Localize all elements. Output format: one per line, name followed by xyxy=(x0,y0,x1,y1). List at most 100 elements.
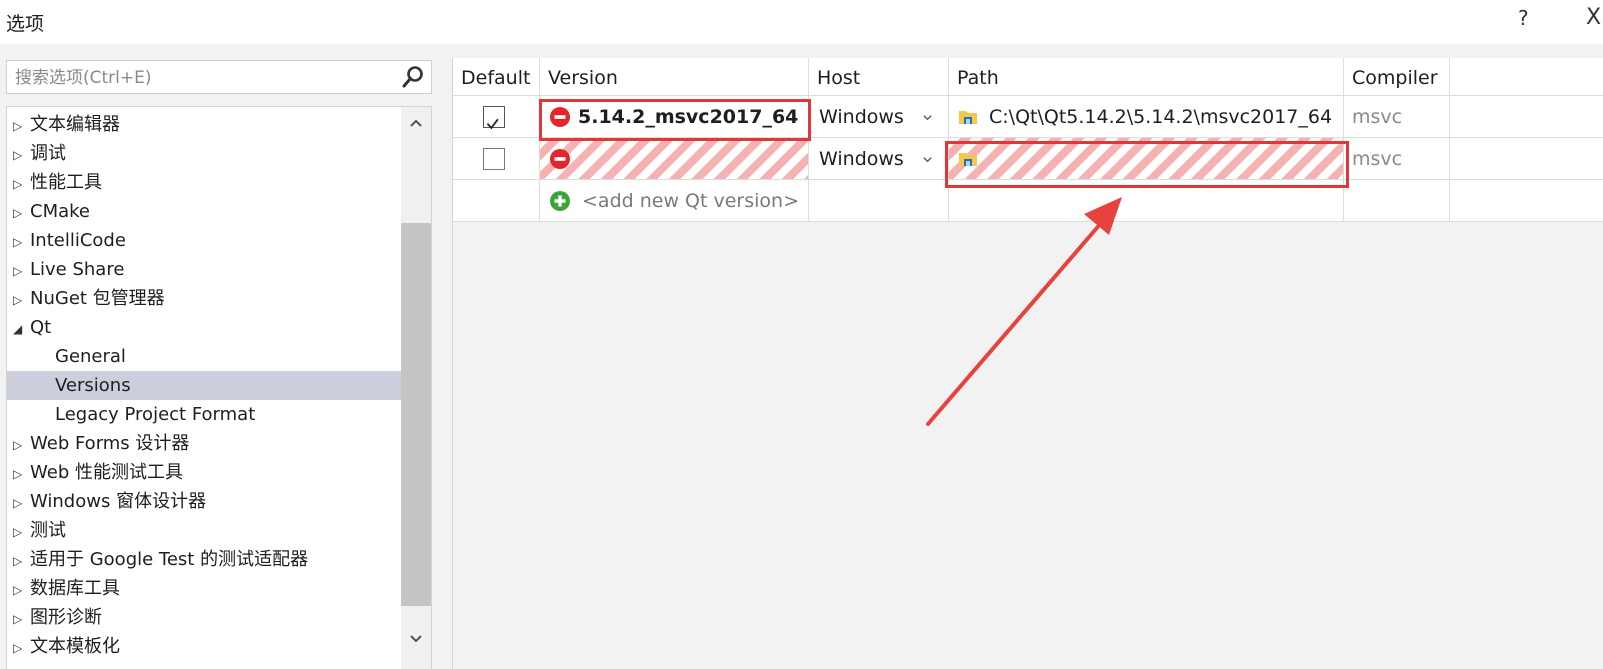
compiler-cell[interactable]: msvc xyxy=(1344,138,1450,180)
error-icon xyxy=(550,107,570,127)
tree-item-label: General xyxy=(55,346,126,367)
expand-icon[interactable]: ▷ xyxy=(13,141,30,170)
tree-item-label: Web Forms 设计器 xyxy=(30,433,190,454)
tree-item-intellicode[interactable]: ▷ IntelliCode xyxy=(7,226,401,255)
options-tree[interactable]: ▷ 文本编辑器 ▷ 调试 ▷ 性能工具 ▷ CMake ▷ IntelliCode ▷ Li… xyxy=(6,106,432,669)
expand-icon[interactable]: ▷ xyxy=(13,112,30,141)
path-cell[interactable]: C:\Qt\Qt5.14.2\5.14.2\msvc2017_64 xyxy=(949,96,1344,138)
tree-item-label: Qt xyxy=(30,317,52,338)
expand-icon[interactable]: ▷ xyxy=(13,170,30,199)
chevron-down-icon[interactable] xyxy=(922,112,933,123)
qt-folder-icon[interactable] xyxy=(958,150,978,168)
tree-item-qt[interactable]: ◢ Qt xyxy=(7,313,401,342)
tree-item-label: CMake xyxy=(30,201,90,222)
tree-item-live-share[interactable]: ▷ Live Share xyxy=(7,255,401,284)
tree-item-debug[interactable]: ▷ 调试 xyxy=(7,139,401,168)
version-cell[interactable]: 5.14.2_msvc2017_64 xyxy=(540,96,809,138)
expand-icon[interactable]: ▷ xyxy=(13,605,30,634)
expand-icon[interactable]: ▷ xyxy=(13,228,30,257)
default-cell xyxy=(453,180,540,222)
tree-item-label: Versions xyxy=(55,375,131,396)
tree-item-db-tools[interactable]: ▷ 数据库工具 xyxy=(7,574,401,603)
version-name: 5.14.2_msvc2017_64 xyxy=(578,106,799,128)
path-cell-invalid[interactable] xyxy=(949,138,1344,180)
tree-item-qt-legacy[interactable]: Legacy Project Format xyxy=(7,400,401,429)
default-cell[interactable] xyxy=(453,138,540,180)
expand-icon[interactable]: ▷ xyxy=(13,460,30,489)
default-checkbox[interactable] xyxy=(483,148,505,170)
add-new-version-link[interactable]: <add new Qt version> xyxy=(582,180,799,222)
tree-item-qt-general[interactable]: General xyxy=(7,342,401,371)
collapse-icon[interactable]: ◢ xyxy=(13,315,30,344)
tree-item-label: Windows 窗体设计器 xyxy=(30,491,207,512)
expand-icon[interactable]: ▷ xyxy=(13,634,30,663)
tree-item-qt-versions[interactable]: Versions xyxy=(7,371,401,400)
add-icon[interactable] xyxy=(550,191,570,211)
path-cell xyxy=(949,180,1344,222)
column-header-version[interactable]: Version xyxy=(540,58,809,96)
chevron-down-icon[interactable] xyxy=(922,154,933,165)
compiler-cell xyxy=(1344,180,1450,222)
compiler-value: msvc xyxy=(1352,148,1403,170)
column-header-path[interactable]: Path xyxy=(949,58,1344,96)
column-header-compiler[interactable]: Compiler xyxy=(1344,58,1450,96)
default-checkbox[interactable] xyxy=(483,106,505,130)
title-bar: 选项 ? X xyxy=(0,0,1603,44)
search-box[interactable] xyxy=(6,60,432,94)
tree-item-graphics-diag[interactable]: ▷ 图形诊断 xyxy=(7,603,401,632)
expand-icon[interactable]: ▷ xyxy=(13,286,30,315)
tree-item-text-templating[interactable]: ▷ 文本模板化 xyxy=(7,632,401,661)
scrollbar-thumb[interactable] xyxy=(401,223,431,606)
expand-icon[interactable]: ▷ xyxy=(13,431,30,460)
column-header-filler xyxy=(1450,58,1603,96)
tree-item-label: 图形诊断 xyxy=(30,607,102,628)
expand-icon[interactable]: ▷ xyxy=(13,547,30,576)
search-icon[interactable] xyxy=(401,65,425,89)
column-header-host[interactable]: Host xyxy=(809,58,949,96)
tree-item-label: NuGet 包管理器 xyxy=(30,288,165,309)
tree-item-cmake[interactable]: ▷ CMake xyxy=(7,197,401,226)
path-value: C:\Qt\Qt5.14.2\5.14.2\msvc2017_64 xyxy=(989,106,1333,128)
tree-item-web-forms[interactable]: ▷ Web Forms 设计器 xyxy=(7,429,401,458)
window-title: 选项 xyxy=(6,13,45,35)
host-value: Windows xyxy=(819,106,904,128)
scroll-up-icon[interactable] xyxy=(408,115,424,131)
tree-item-label: 文本编辑器 xyxy=(30,114,120,135)
tree-item-label: Live Share xyxy=(30,259,125,280)
tree-item-test[interactable]: ▷ 测试 xyxy=(7,516,401,545)
default-cell[interactable] xyxy=(453,96,540,138)
tree-scrollbar[interactable] xyxy=(401,107,431,669)
tree-item-perf-tools[interactable]: ▷ 性能工具 xyxy=(7,168,401,197)
compiler-value: msvc xyxy=(1352,106,1403,128)
tree-item-web-perf[interactable]: ▷ Web 性能测试工具 xyxy=(7,458,401,487)
help-button[interactable]: ? xyxy=(1518,6,1529,30)
tree-item-label: 测试 xyxy=(30,520,66,541)
host-value: Windows xyxy=(819,148,904,170)
tree-item-nuget[interactable]: ▷ NuGet 包管理器 xyxy=(7,284,401,313)
compiler-cell[interactable]: msvc xyxy=(1344,96,1450,138)
column-header-default[interactable]: Default xyxy=(453,58,540,96)
expand-icon[interactable]: ▷ xyxy=(13,199,30,228)
search-input[interactable] xyxy=(13,65,397,91)
expand-icon[interactable]: ▷ xyxy=(13,576,30,605)
expand-icon[interactable]: ▷ xyxy=(13,257,30,286)
scroll-down-icon[interactable] xyxy=(408,631,424,647)
add-version-cell[interactable]: <add new Qt version> xyxy=(540,180,809,222)
tree-item-label: Web 性能测试工具 xyxy=(30,462,183,483)
host-cell xyxy=(809,180,949,222)
host-cell[interactable]: Windows xyxy=(809,138,949,180)
qt-folder-icon[interactable] xyxy=(958,108,978,126)
expand-icon[interactable]: ▷ xyxy=(13,489,30,518)
error-icon xyxy=(550,149,570,169)
tree-item-google-test[interactable]: ▷ 适用于 Google Test 的测试适配器 xyxy=(7,545,401,574)
version-cell-invalid[interactable] xyxy=(540,138,809,180)
tree-item-winforms[interactable]: ▷ Windows 窗体设计器 xyxy=(7,487,401,516)
filler-cell xyxy=(1450,180,1603,222)
filler-cell xyxy=(1450,96,1603,138)
tree-item-text-editor[interactable]: ▷ 文本编辑器 xyxy=(7,110,401,139)
checkmark-icon xyxy=(486,118,499,130)
tree-item-label: IntelliCode xyxy=(30,230,126,251)
host-cell[interactable]: Windows xyxy=(809,96,949,138)
expand-icon[interactable]: ▷ xyxy=(13,518,30,547)
close-button[interactable]: X xyxy=(1586,5,1601,30)
